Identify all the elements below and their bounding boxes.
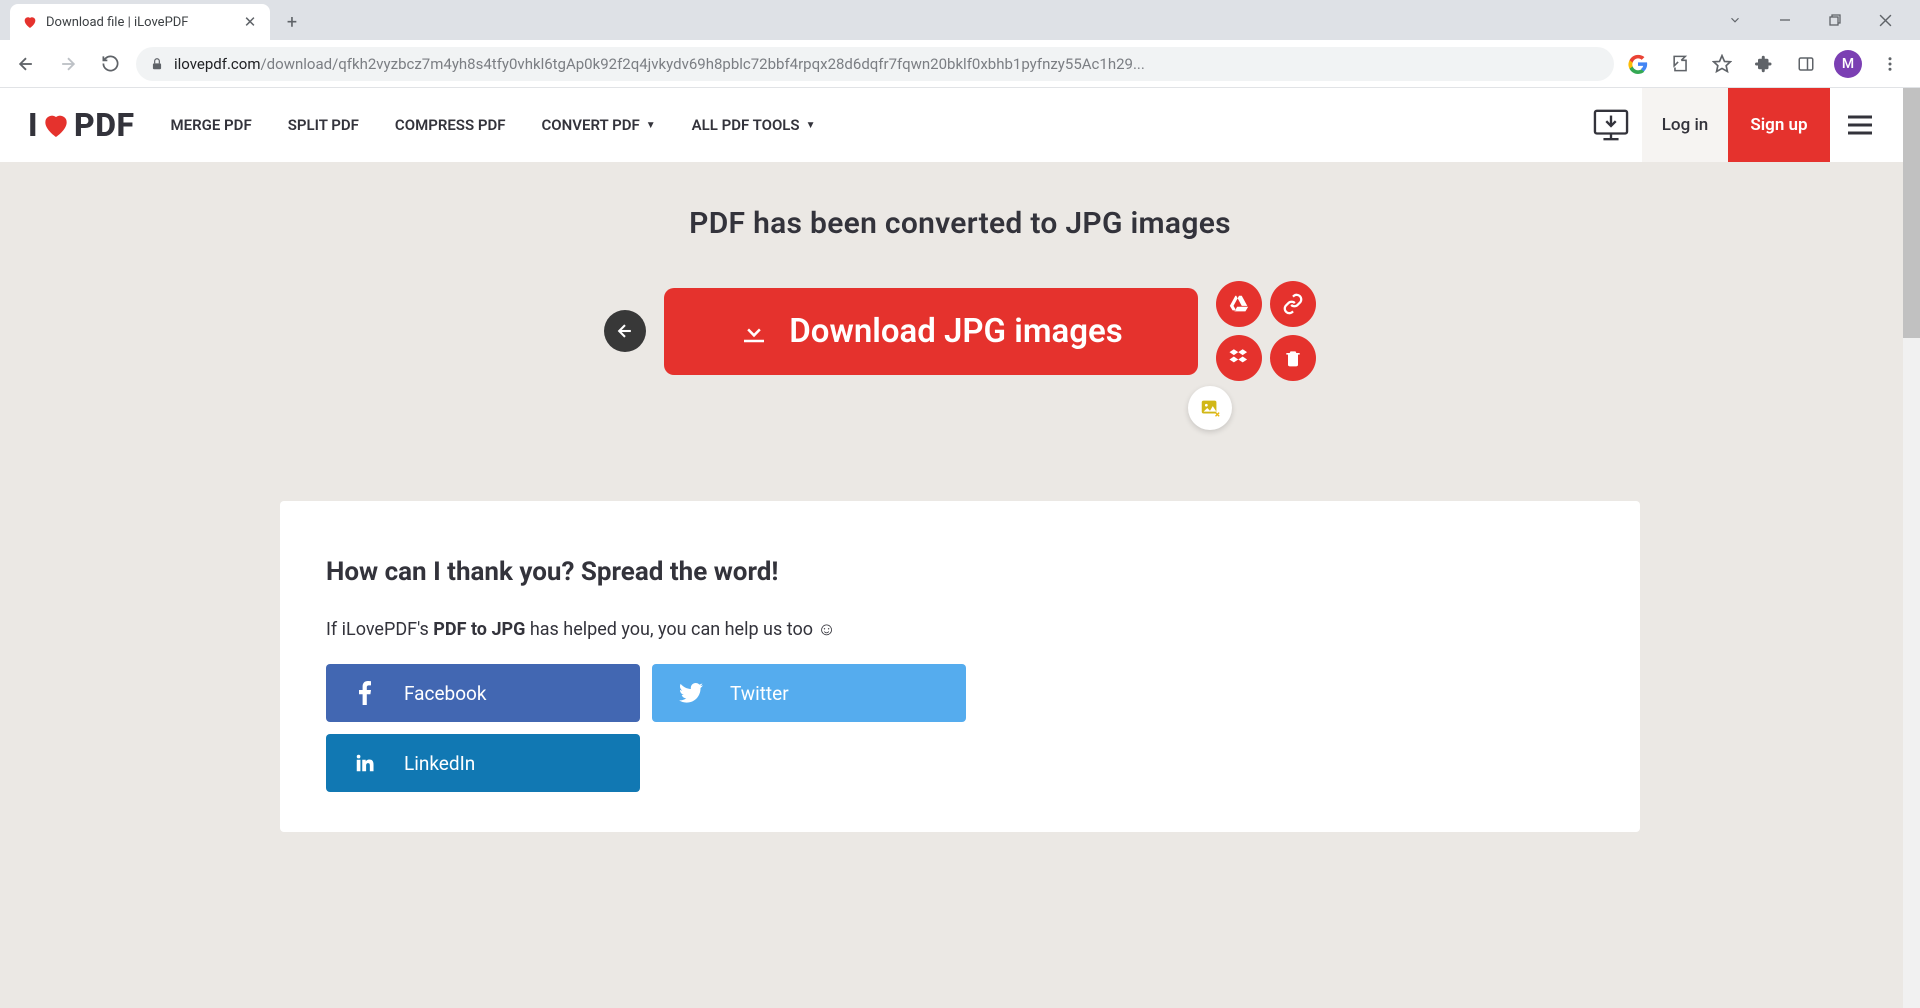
login-button[interactable]: Log in bbox=[1642, 88, 1728, 162]
spread-word-panel: How can I thank you? Spread the word! If… bbox=[280, 501, 1640, 832]
hamburger-menu-icon[interactable] bbox=[1830, 88, 1890, 162]
kebab-menu-icon[interactable] bbox=[1876, 50, 1904, 78]
star-icon[interactable] bbox=[1708, 50, 1736, 78]
download-label: Download JPG images bbox=[789, 312, 1122, 351]
download-icon bbox=[739, 316, 769, 346]
share-facebook-button[interactable]: Facebook bbox=[326, 664, 640, 722]
window-controls bbox=[1700, 0, 1920, 40]
download-row: Download JPG images bbox=[0, 281, 1920, 381]
heart-icon bbox=[22, 14, 38, 30]
maximize-icon[interactable] bbox=[1820, 5, 1850, 35]
nav-merge[interactable]: MERGE PDF bbox=[171, 116, 252, 134]
address-bar[interactable]: ilovepdf.com/download/qfkh2vyzbcz7m4yh8s… bbox=[136, 47, 1614, 81]
browser-tab-bar: Download file | iLovePDF ✕ + bbox=[0, 0, 1920, 40]
main-area: PDF has been converted to JPG images Dow… bbox=[0, 162, 1920, 832]
download-button[interactable]: Download JPG images bbox=[664, 288, 1198, 375]
facebook-label: Facebook bbox=[404, 682, 487, 705]
nav-convert[interactable]: CONVERT PDF ▼ bbox=[542, 116, 656, 134]
save-dropbox-button[interactable] bbox=[1216, 335, 1262, 381]
browser-toolbar: ilovepdf.com/download/qfkh2vyzbcz7m4yh8s… bbox=[0, 40, 1920, 88]
extensions-icon[interactable] bbox=[1750, 50, 1778, 78]
desktop-app-icon[interactable] bbox=[1580, 88, 1642, 162]
scrollbar-thumb[interactable] bbox=[1903, 88, 1920, 338]
share-linkedin-button[interactable]: LinkedIn bbox=[326, 734, 640, 792]
nav-all-tools[interactable]: ALL PDF TOOLS ▼ bbox=[692, 116, 816, 134]
browser-tab[interactable]: Download file | iLovePDF ✕ bbox=[10, 4, 270, 40]
sidepanel-icon[interactable] bbox=[1792, 50, 1820, 78]
site-header: I PDF MERGE PDF SPLIT PDF COMPRESS PDF C… bbox=[0, 88, 1920, 162]
url-text: ilovepdf.com/download/qfkh2vyzbcz7m4yh8s… bbox=[174, 55, 1145, 73]
twitter-icon bbox=[652, 683, 730, 703]
facebook-icon bbox=[326, 681, 404, 705]
nav-split[interactable]: SPLIT PDF bbox=[288, 116, 359, 134]
page-content: I PDF MERGE PDF SPLIT PDF COMPRESS PDF C… bbox=[0, 88, 1920, 1008]
image-icon bbox=[1199, 397, 1221, 419]
page-headline: PDF has been converted to JPG images bbox=[0, 206, 1920, 241]
logo[interactable]: I PDF bbox=[28, 106, 135, 144]
spread-text: If iLovePDF's PDF to JPG has helped you,… bbox=[326, 619, 1594, 640]
share-icon[interactable] bbox=[1666, 50, 1694, 78]
lock-icon bbox=[150, 57, 164, 71]
share-twitter-button[interactable]: Twitter bbox=[652, 664, 966, 722]
close-icon[interactable]: ✕ bbox=[242, 14, 258, 30]
chevron-down-icon: ▼ bbox=[646, 120, 656, 131]
new-tab-button[interactable]: + bbox=[278, 8, 306, 36]
linkedin-icon bbox=[326, 752, 404, 774]
logo-left: I bbox=[28, 106, 38, 144]
nav-compress[interactable]: COMPRESS PDF bbox=[395, 116, 506, 134]
window-close-icon[interactable] bbox=[1870, 5, 1900, 35]
chevron-down-icon: ▼ bbox=[806, 120, 816, 131]
twitter-label: Twitter bbox=[730, 682, 789, 705]
go-back-button[interactable] bbox=[604, 310, 646, 352]
linkedin-label: LinkedIn bbox=[404, 752, 475, 775]
copy-link-button[interactable] bbox=[1270, 281, 1316, 327]
signup-button[interactable]: Sign up bbox=[1728, 88, 1830, 162]
forward-button[interactable] bbox=[52, 48, 84, 80]
reload-button[interactable] bbox=[94, 48, 126, 80]
chevron-down-icon[interactable] bbox=[1720, 5, 1750, 35]
spread-title: How can I thank you? Spread the word! bbox=[326, 557, 1594, 587]
file-preview-button[interactable] bbox=[1188, 386, 1232, 430]
save-google-drive-button[interactable] bbox=[1216, 281, 1262, 327]
minimize-icon[interactable] bbox=[1770, 5, 1800, 35]
logo-right: PDF bbox=[74, 106, 135, 144]
back-button[interactable] bbox=[10, 48, 42, 80]
profile-avatar[interactable]: M bbox=[1834, 50, 1862, 78]
scrollbar-track[interactable] bbox=[1903, 88, 1920, 1008]
tab-title: Download file | iLovePDF bbox=[46, 15, 242, 30]
google-search-icon[interactable] bbox=[1624, 50, 1652, 78]
main-nav: MERGE PDF SPLIT PDF COMPRESS PDF CONVERT… bbox=[171, 116, 816, 134]
heart-icon bbox=[40, 109, 72, 141]
delete-button[interactable] bbox=[1270, 335, 1316, 381]
